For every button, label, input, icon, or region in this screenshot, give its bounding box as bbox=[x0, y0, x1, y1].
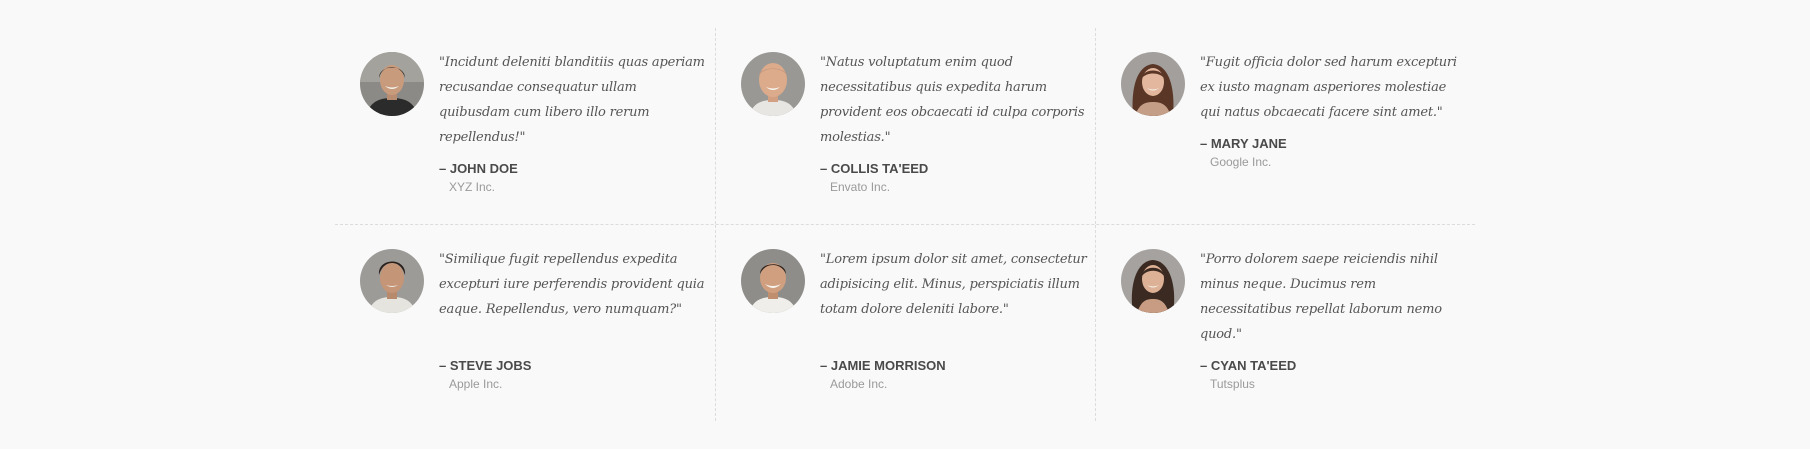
person-photo-avatar-icon bbox=[1121, 52, 1185, 116]
testimonial-card: "Lorem ipsum dolor sit amet, consectetur… bbox=[715, 225, 1095, 421]
testimonial-quote: "Fugit officia dolor sed harum excepturi… bbox=[1200, 55, 1457, 120]
testimonial-meta: – JOHN DOE XYZ Inc. bbox=[439, 160, 707, 196]
testimonial-company: Tutsplus bbox=[1210, 377, 1255, 391]
person-photo-avatar-icon bbox=[1121, 249, 1185, 313]
testimonial-meta: – STEVE JOBS Apple Inc. bbox=[439, 357, 707, 393]
testimonial-meta: – JAMIE MORRISON Adobe Inc. bbox=[820, 357, 1088, 393]
testimonials-grid: "Incidunt deleniti blanditiis quas aperi… bbox=[335, 28, 1475, 421]
testimonial-meta: – COLLIS TA'EED Envato Inc. bbox=[820, 160, 1088, 196]
testimonial-card: "Incidunt deleniti blanditiis quas aperi… bbox=[335, 28, 715, 224]
avatar bbox=[741, 52, 805, 116]
testimonial-card: "Natus voluptatum enim quod necessitatib… bbox=[715, 28, 1095, 224]
testimonial-meta: – MARY JANE Google Inc. bbox=[1200, 135, 1468, 171]
testimonial-author: – COLLIS TA'EED bbox=[820, 161, 929, 176]
avatar bbox=[1121, 52, 1185, 116]
testimonial-author: – JAMIE MORRISON bbox=[820, 358, 946, 373]
testimonial-meta: – CYAN TA'EED Tutsplus bbox=[1200, 357, 1468, 393]
testimonial-quote: "Similique fugit repellendus expedita ex… bbox=[439, 252, 705, 317]
testimonial-company: Envato Inc. bbox=[830, 180, 891, 194]
avatar bbox=[1121, 249, 1185, 313]
testimonial-quote: "Lorem ipsum dolor sit amet, consectetur… bbox=[820, 252, 1087, 317]
testimonial-company: XYZ Inc. bbox=[449, 180, 496, 194]
testimonial-company: Apple Inc. bbox=[449, 377, 503, 391]
person-photo-avatar-icon bbox=[360, 52, 424, 116]
person-photo-avatar-icon bbox=[360, 249, 424, 313]
testimonial-author: – STEVE JOBS bbox=[439, 358, 532, 373]
testimonial-author: – JOHN DOE bbox=[439, 161, 518, 176]
testimonial-card: "Fugit officia dolor sed harum excepturi… bbox=[1095, 28, 1475, 224]
avatar bbox=[360, 52, 424, 116]
testimonial-quote: "Natus voluptatum enim quod necessitatib… bbox=[820, 55, 1085, 145]
avatar bbox=[741, 249, 805, 313]
avatar bbox=[360, 249, 424, 313]
person-photo-avatar-icon bbox=[741, 52, 805, 116]
testimonial-quote: "Incidunt deleniti blanditiis quas aperi… bbox=[439, 55, 705, 145]
testimonial-company: Adobe Inc. bbox=[830, 377, 888, 391]
testimonial-author: – CYAN TA'EED bbox=[1200, 358, 1297, 373]
person-photo-avatar-icon bbox=[741, 249, 805, 313]
testimonial-company: Google Inc. bbox=[1210, 155, 1272, 169]
testimonial-quote: "Porro dolorem saepe reiciendis nihil mi… bbox=[1200, 252, 1442, 342]
testimonial-card: "Porro dolorem saepe reiciendis nihil mi… bbox=[1095, 225, 1475, 421]
testimonial-card: "Similique fugit repellendus expedita ex… bbox=[335, 225, 715, 421]
testimonial-author: – MARY JANE bbox=[1200, 136, 1287, 151]
